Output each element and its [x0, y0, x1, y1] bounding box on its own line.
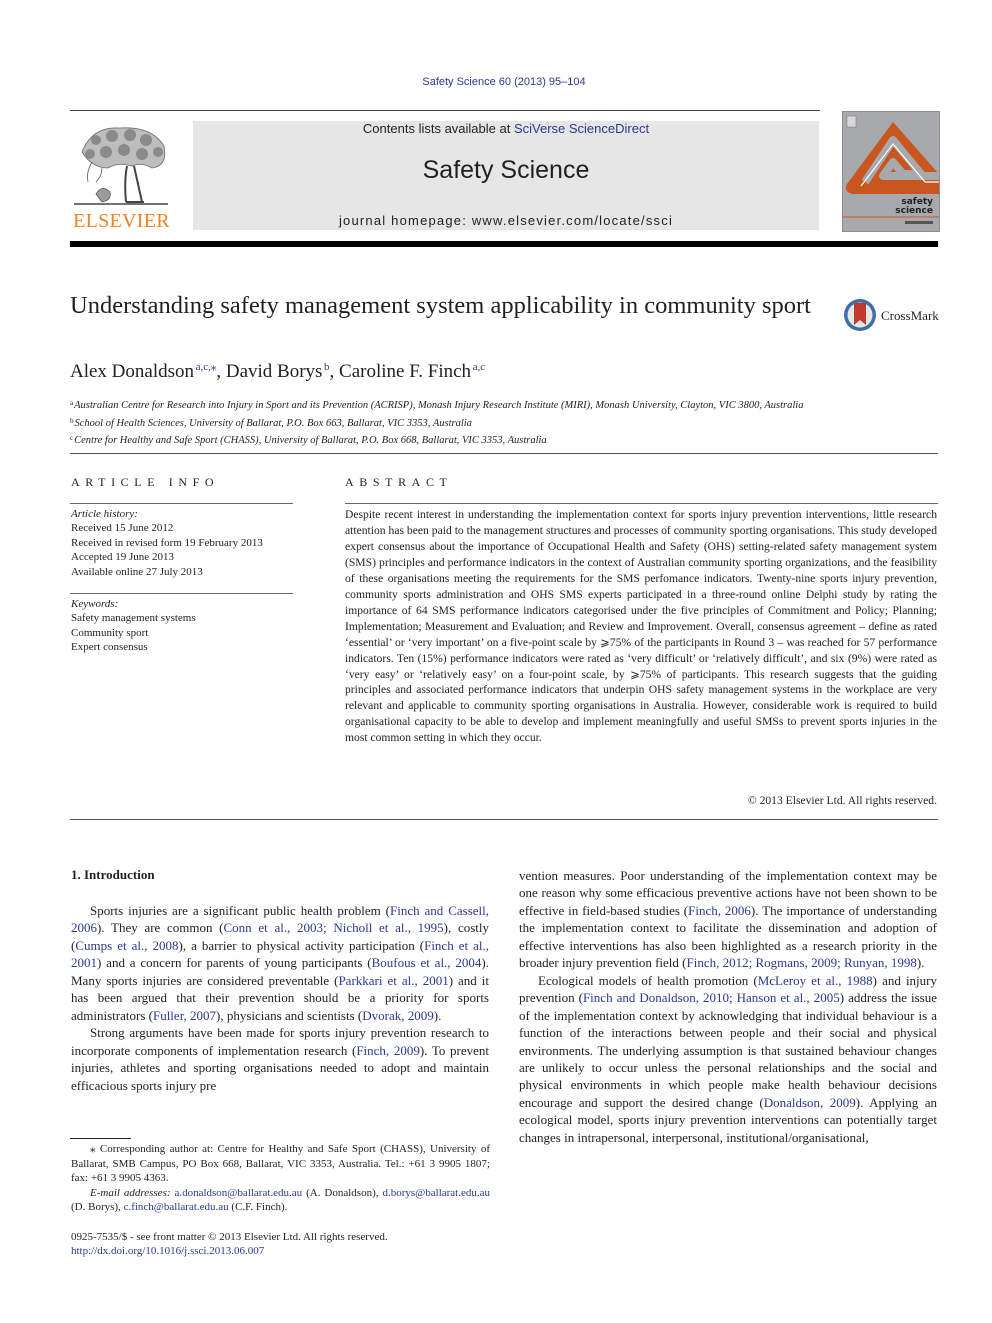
crossmark-icon [844, 299, 876, 331]
author-name[interactable]: Caroline F. Finch [339, 361, 471, 382]
paragraph: Strong arguments have been made for spor… [71, 1024, 489, 1094]
citation-link[interactable]: Boufous et al., 2004 [372, 955, 482, 970]
text-run: ), a barrier to physical activity partic… [178, 937, 425, 953]
corresponding-author-note: ⁎ Corresponding author at: Centre for He… [71, 1143, 490, 1184]
history-item: Accepted 19 June 2013 [71, 551, 174, 564]
text-run: ). They are common ( [97, 920, 224, 936]
abstract-text: Despite recent interest in understanding… [345, 508, 937, 745]
affiliation: aAustralian Centre for Research into Inj… [70, 396, 803, 414]
author-affiliation-marks[interactable]: b [324, 361, 330, 373]
affiliations: aAustralian Centre for Research into Inj… [70, 396, 803, 449]
paragraph: Sports injuries are a significant public… [71, 902, 489, 1024]
affiliation-text: School of Health Sciences, University of… [74, 417, 472, 429]
history-item: Received 15 June 2012 [71, 522, 174, 535]
citation-link[interactable]: McLeroy et al., 1988 [758, 973, 873, 988]
body-column-left: Sports injuries are a significant public… [71, 902, 489, 1094]
author-name[interactable]: David Borys [226, 361, 323, 382]
citation-link[interactable]: Finch, 2012; Rogmans, 2009; Runyan, 1998 [687, 955, 917, 970]
keyword: Community sport [71, 626, 149, 639]
journal-title: Safety Science [422, 156, 590, 184]
email-link[interactable]: a.donaldson@ballarat.edu.au [174, 1187, 302, 1199]
citation-link[interactable]: Finch and Donaldson, 2010; Hanson et al.… [583, 990, 840, 1005]
keyword: Safety management systems [71, 612, 196, 625]
abstract-rule [345, 503, 938, 504]
affiliation-mark: b [70, 416, 74, 425]
text-run: ) and a concern for parents of young par… [97, 955, 372, 971]
keywords-label: Keywords: [71, 598, 119, 610]
doi-link[interactable]: http://dx.doi.org/10.1016/j.ssci.2013.06… [71, 1245, 264, 1257]
article-title: Understanding safety management system a… [70, 292, 811, 319]
cover-title-line2: science [895, 206, 933, 216]
elsevier-wordmark: ELSEVIER [73, 210, 170, 232]
author-list: Alex Donaldson a,c,⁎, David Borys b, Car… [70, 361, 486, 382]
text-run: Sports injuries are a significant public… [90, 903, 390, 918]
keyword: Expert consensus [71, 641, 148, 654]
affiliation-mark: c [70, 434, 74, 443]
text-run: ). [433, 1007, 442, 1023]
text-run: ) address the issue of the implementatio… [519, 990, 938, 1110]
body-column-right: vention measures. Poor understanding of … [519, 867, 937, 1146]
header-thick-rule [70, 241, 938, 247]
affiliation: cCentre for Healthy and Safe Sport (CHAS… [70, 431, 803, 449]
contents-prefix: Contents lists available at [362, 121, 514, 136]
author-affiliation-marks[interactable]: a,c [473, 361, 486, 373]
paragraph: Ecological models of health promotion (M… [519, 972, 937, 1147]
article-info-heading: ARTICLE INFO [71, 475, 220, 489]
history-item: Received in revised form 19 February 201… [71, 536, 263, 549]
elsevier-logo[interactable]: ELSEVIER [70, 120, 173, 235]
footnotes: ⁎ Corresponding author at: Centre for He… [71, 1142, 490, 1215]
author-name[interactable]: Alex Donaldson [70, 361, 194, 382]
email-link[interactable]: c.finch@ballarat.edu.au [124, 1201, 229, 1213]
article-info-rule [70, 503, 293, 504]
paragraph: vention measures. Poor understanding of … [519, 867, 937, 972]
article-history: Article history: Received 15 June 2012 R… [71, 507, 263, 579]
citation-link[interactable]: Dvorak, 2009 [362, 1008, 434, 1023]
citation-link[interactable]: Fuller, 2007 [153, 1008, 216, 1023]
header-rule [70, 110, 820, 111]
citation-link[interactable]: Conn et al., 2003; Nicholl et al., 1995 [224, 920, 444, 935]
section-heading-introduction: 1. Introduction [71, 867, 155, 882]
affiliation-text: Centre for Healthy and Safe Sport (CHASS… [74, 435, 547, 447]
email-addresses: E-mail addresses: a.donaldson@ballarat.e… [71, 1186, 491, 1214]
email-link[interactable]: d.borys@ballarat.edu.au [382, 1187, 490, 1199]
citation-link[interactable]: Finch, 2009 [356, 1043, 420, 1058]
contents-line: Contents lists available at SciVerse Sci… [193, 121, 819, 136]
text-run: Ecological models of health promotion ( [538, 972, 758, 988]
journal-masthead: Contents lists available at SciVerse Sci… [193, 121, 819, 230]
journal-homepage[interactable]: journal homepage: www.elsevier.com/locat… [193, 213, 819, 228]
text-run: ). [916, 955, 925, 971]
email-label: E-mail addresses: [90, 1186, 171, 1199]
email-owner: (D. Borys) [71, 1201, 119, 1213]
keywords-rule [70, 593, 293, 594]
article-history-label: Article history: [71, 508, 138, 520]
section-divider [70, 453, 938, 454]
affiliation: bSchool of Health Sciences, University o… [70, 414, 803, 432]
sciencedirect-link[interactable]: SciVerse ScienceDirect [514, 121, 649, 136]
email-owner: (A. Donaldson) [306, 1186, 376, 1199]
crossmark-label: CrossMark [881, 308, 939, 323]
issn-line: 0925-7535/$ - see front matter © 2013 El… [71, 1231, 388, 1243]
citation-link[interactable]: Donaldson, 2009 [764, 1095, 856, 1110]
author-affiliation-marks[interactable]: a,c,⁎ [196, 361, 217, 373]
citation-link[interactable]: Parkkari et al., 2001 [338, 973, 448, 988]
journal-cover-thumbnail[interactable]: safety science [842, 111, 940, 232]
affiliation-mark: a [70, 399, 74, 407]
body-divider [70, 819, 938, 820]
citation-link[interactable]: Cumps et al., 2008 [75, 938, 178, 953]
journal-citation[interactable]: Safety Science 60 (2013) 95–104 [0, 76, 992, 88]
crossmark-badge[interactable]: CrossMark [843, 297, 943, 333]
cover-triangle-icon: safety science [843, 115, 939, 224]
text-run: ), physicians and scientists ( [216, 1007, 363, 1023]
citation-link[interactable]: Finch, 2006 [688, 903, 751, 918]
email-owner: (C.F. Finch). [231, 1201, 288, 1213]
history-item: Available online 27 July 2013 [71, 565, 203, 578]
affiliation-text: Australian Centre for Research into Inju… [74, 400, 804, 411]
abstract-copyright: © 2013 Elsevier Ltd. All rights reserved… [747, 794, 937, 807]
front-matter: 0925-7535/$ - see front matter © 2013 El… [71, 1230, 388, 1259]
abstract-heading: ABSTRACT [345, 475, 453, 489]
elsevier-tree-icon [74, 127, 168, 205]
keywords: Keywords: Safety management systems Comm… [71, 597, 196, 655]
footnote-rule [70, 1138, 131, 1139]
